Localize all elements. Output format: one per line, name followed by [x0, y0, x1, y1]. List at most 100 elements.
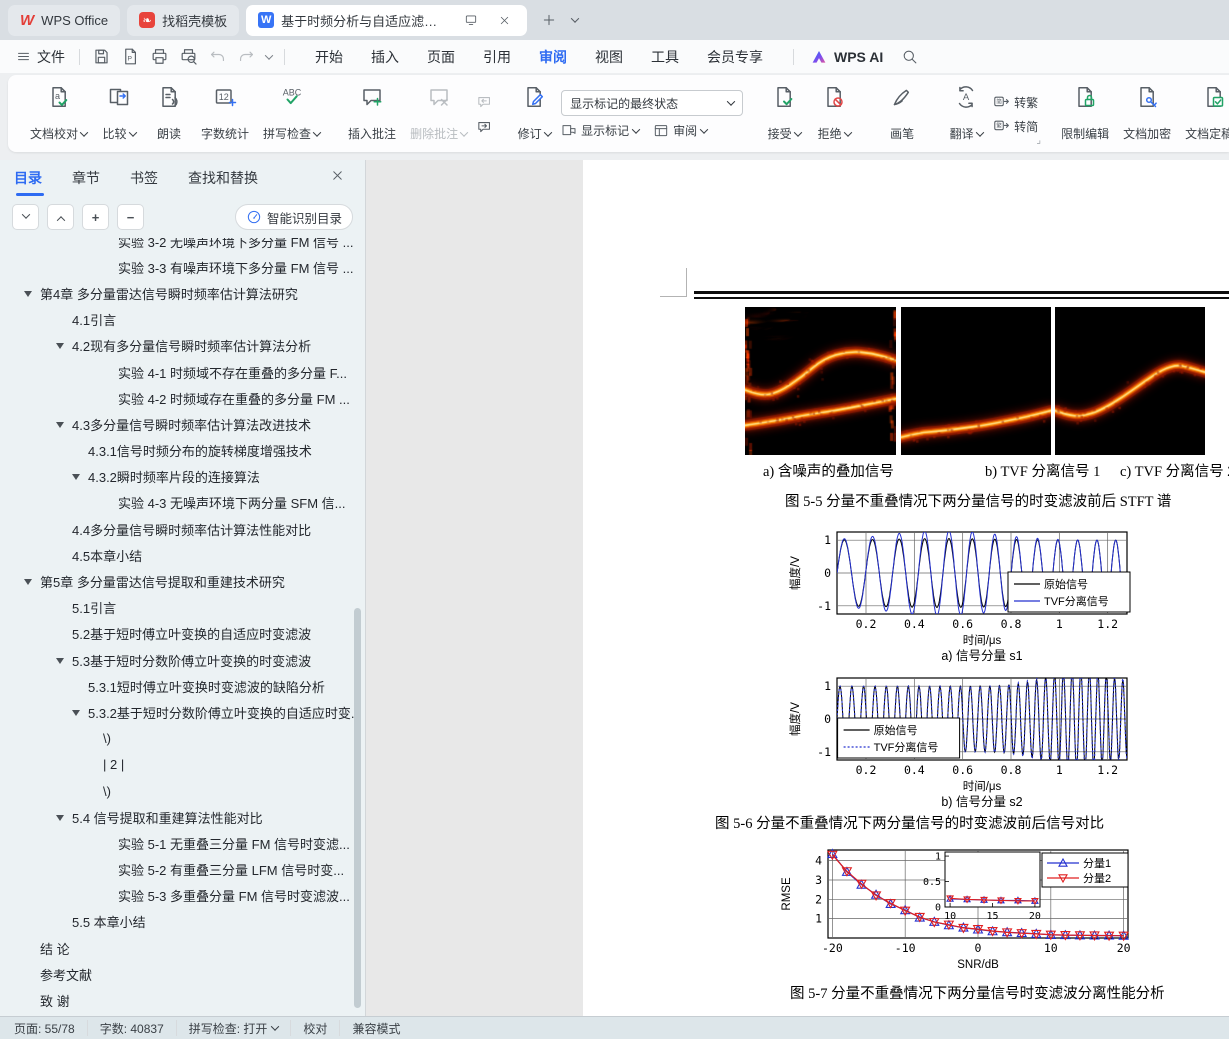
compare-button[interactable]: 比较: [96, 81, 142, 148]
word-count-button[interactable]: 12 字数统计: [196, 81, 254, 148]
menu-tab-工具[interactable]: 工具: [637, 41, 693, 73]
tab-wps-home[interactable]: W WPS Office: [8, 4, 121, 36]
spell-check-indicator[interactable]: 拼写检查: 打开: [189, 1020, 280, 1037]
review-pane-button[interactable]: 审阅: [653, 122, 709, 139]
menu-tab-插入[interactable]: 插入: [357, 41, 413, 73]
menu-tab-页面[interactable]: 页面: [413, 41, 469, 73]
toc-item[interactable]: 5.1引言: [0, 595, 357, 621]
toc-collapse-caret-icon[interactable]: [72, 709, 80, 716]
toc-item[interactable]: 4.2现有多分量信号瞬时频率估计算法分析: [0, 333, 357, 359]
sidebar-close-icon[interactable]: [330, 168, 345, 183]
toc-item[interactable]: 4.3多分量信号瞬时频率估计算法改进技术: [0, 411, 357, 437]
accept-change-button[interactable]: 接受: [761, 81, 807, 148]
undo-icon[interactable]: [208, 47, 227, 66]
toc-zoom-in-button[interactable]: +: [82, 204, 109, 230]
toc-item[interactable]: 结 论: [0, 935, 357, 961]
toc-item[interactable]: 5.3基于短时分数阶傅立叶变换的时变滤波: [0, 647, 357, 673]
toc-item[interactable]: 实验 4-2 时频域存在重叠的多分量 FM ...: [0, 385, 357, 411]
tab-current-document[interactable]: W 基于时频分析与自适应滤波技...: [246, 4, 528, 36]
toc-item[interactable]: 致 谢: [0, 987, 357, 1013]
finalize-document-button[interactable]: 文档定稿: [1180, 81, 1229, 148]
next-comment-icon[interactable]: [476, 119, 493, 136]
toc-expand-button[interactable]: [12, 204, 39, 230]
toc-item[interactable]: 4.3.1信号时频分布的旋转梯度增强技术: [0, 438, 357, 464]
group-expand-icon[interactable]: ⌟: [1036, 135, 1041, 146]
toc-collapse-caret-icon[interactable]: [56, 343, 64, 350]
file-menu-button[interactable]: 文件: [0, 47, 79, 67]
document-page[interactable]: a) 含噪声的叠加信号 b) TVF 分离信号 1 c) TVF 分离信号 2 …: [583, 160, 1229, 1016]
toc-item[interactable]: 5.5 本章小结: [0, 909, 357, 935]
proof-document-button[interactable]: a 文档校对: [25, 81, 92, 148]
toc-item[interactable]: 5.3.2基于短时分数阶傅立叶变换的自适应时变...: [0, 699, 357, 725]
toc-item[interactable]: 第4章 多分量雷达信号瞬时频率估计算法研究: [0, 280, 357, 306]
toc-item[interactable]: 4.5本章小结: [0, 542, 357, 568]
toc-item[interactable]: 实验 5-1 无重叠三分量 FM 信号时变滤...: [0, 830, 357, 856]
menu-tab-会员专享[interactable]: 会员专享: [693, 41, 777, 73]
smart-toc-button[interactable]: 智能识别目录: [234, 204, 353, 230]
sidebar-tab-查找和替换[interactable]: 查找和替换: [188, 168, 258, 196]
toc-collapse-caret-icon[interactable]: [56, 814, 64, 821]
sidebar-tab-章节[interactable]: 章节: [72, 168, 100, 196]
to-traditional-button[interactable]: 简 转繁: [993, 94, 1038, 111]
tab-list-chevron[interactable]: [564, 9, 586, 31]
toc-collapse-caret-icon[interactable]: [56, 421, 64, 428]
toc-item[interactable]: 4.1引言: [0, 307, 357, 333]
save-icon[interactable]: [92, 47, 111, 66]
restrict-editing-button[interactable]: 限制编辑: [1056, 81, 1114, 148]
ink-pen-button[interactable]: 画笔: [879, 81, 925, 148]
toc-collapse-caret-icon[interactable]: [24, 290, 32, 297]
print-preview-icon[interactable]: [179, 47, 198, 66]
toc-item[interactable]: 4.4多分量信号瞬时频率估计算法性能对比: [0, 516, 357, 542]
new-tab-button[interactable]: [538, 9, 560, 31]
toc-item[interactable]: 5.2基于短时傅立叶变换的自适应时变滤波: [0, 621, 357, 647]
search-icon[interactable]: [901, 48, 918, 65]
sidebar-tab-书签[interactable]: 书签: [130, 168, 158, 196]
toc-collapse-caret-icon[interactable]: [56, 657, 64, 664]
translate-button[interactable]: A 翻译: [943, 81, 989, 148]
wps-ai-button[interactable]: WPS AI: [810, 48, 883, 66]
toc-collapse-button[interactable]: [47, 204, 74, 230]
menu-tab-引用[interactable]: 引用: [469, 41, 525, 73]
previous-comment-icon[interactable]: [476, 94, 493, 111]
toc-item[interactable]: 实验 5-2 有重叠三分量 LFM 信号时变...: [0, 857, 357, 883]
customize-toolbar-chevron[interactable]: [264, 50, 274, 60]
toc-zoom-out-button[interactable]: −: [117, 204, 144, 230]
sidebar-tab-目录[interactable]: 目录: [14, 168, 44, 196]
page-indicator[interactable]: 页面: 55/78: [14, 1020, 75, 1037]
toc-item[interactable]: 4.3.2瞬时频率片段的连接算法: [0, 464, 357, 490]
toc-item[interactable]: | 2 |: [0, 752, 357, 778]
insert-comment-button[interactable]: 插入批注: [343, 81, 401, 148]
toc-item[interactable]: 实验 5-3 多重叠分量 FM 信号时变滤波...: [0, 883, 357, 909]
menu-tab-视图[interactable]: 视图: [581, 41, 637, 73]
to-simplified-button[interactable]: 繁 转简: [993, 118, 1038, 135]
tab-close-icon[interactable]: [493, 9, 515, 31]
sidebar-scrollbar-thumb[interactable]: [354, 608, 361, 1008]
reject-change-button[interactable]: 拒绝: [811, 81, 857, 148]
menu-tab-审阅[interactable]: 审阅: [525, 41, 581, 73]
word-count-indicator[interactable]: 字数: 40837: [100, 1020, 164, 1037]
toc-item[interactable]: \): [0, 778, 357, 804]
toc-item[interactable]: 5.4 信号提取和重建算法性能对比: [0, 804, 357, 830]
toc-item[interactable]: 参考文献: [0, 961, 357, 987]
export-pdf-icon[interactable]: P: [121, 47, 140, 66]
spell-check-button[interactable]: ABC 拼写检查: [258, 81, 325, 148]
read-aloud-button[interactable]: 朗读: [146, 81, 192, 148]
encrypt-document-button[interactable]: 文档加密: [1118, 81, 1176, 148]
toc-item[interactable]: 实验 4-1 时频域不存在重叠的多分量 F...: [0, 359, 357, 385]
tab-docer-templates[interactable]: ❧ 找稻壳模板: [127, 4, 240, 36]
show-markup-button[interactable]: 显示标记: [561, 122, 641, 139]
print-icon[interactable]: [150, 47, 169, 66]
menu-tab-开始[interactable]: 开始: [301, 41, 357, 73]
markup-state-select[interactable]: 显示标记的最终状态: [561, 90, 744, 116]
toc-collapse-caret-icon[interactable]: [24, 579, 32, 586]
compat-mode-indicator[interactable]: 兼容模式: [352, 1020, 400, 1037]
toc-item[interactable]: 第5章 多分量雷达信号提取和重建技术研究: [0, 568, 357, 594]
redo-icon[interactable]: [237, 47, 256, 66]
toc-item[interactable]: 5.3.1短时傅立叶变换时变滤波的缺陷分析: [0, 673, 357, 699]
toc-item[interactable]: 实验 3-2 无噪声环境下多分量 FM 信号 ...: [0, 238, 357, 254]
toc-collapse-caret-icon[interactable]: [72, 474, 80, 481]
track-changes-button[interactable]: 修订: [511, 81, 557, 148]
toc-item[interactable]: \): [0, 726, 357, 752]
toc-item[interactable]: 实验 4-3 无噪声环境下两分量 SFM 信...: [0, 490, 357, 516]
toc-item[interactable]: 实验 3-3 有噪声环境下多分量 FM 信号 ...: [0, 254, 357, 280]
